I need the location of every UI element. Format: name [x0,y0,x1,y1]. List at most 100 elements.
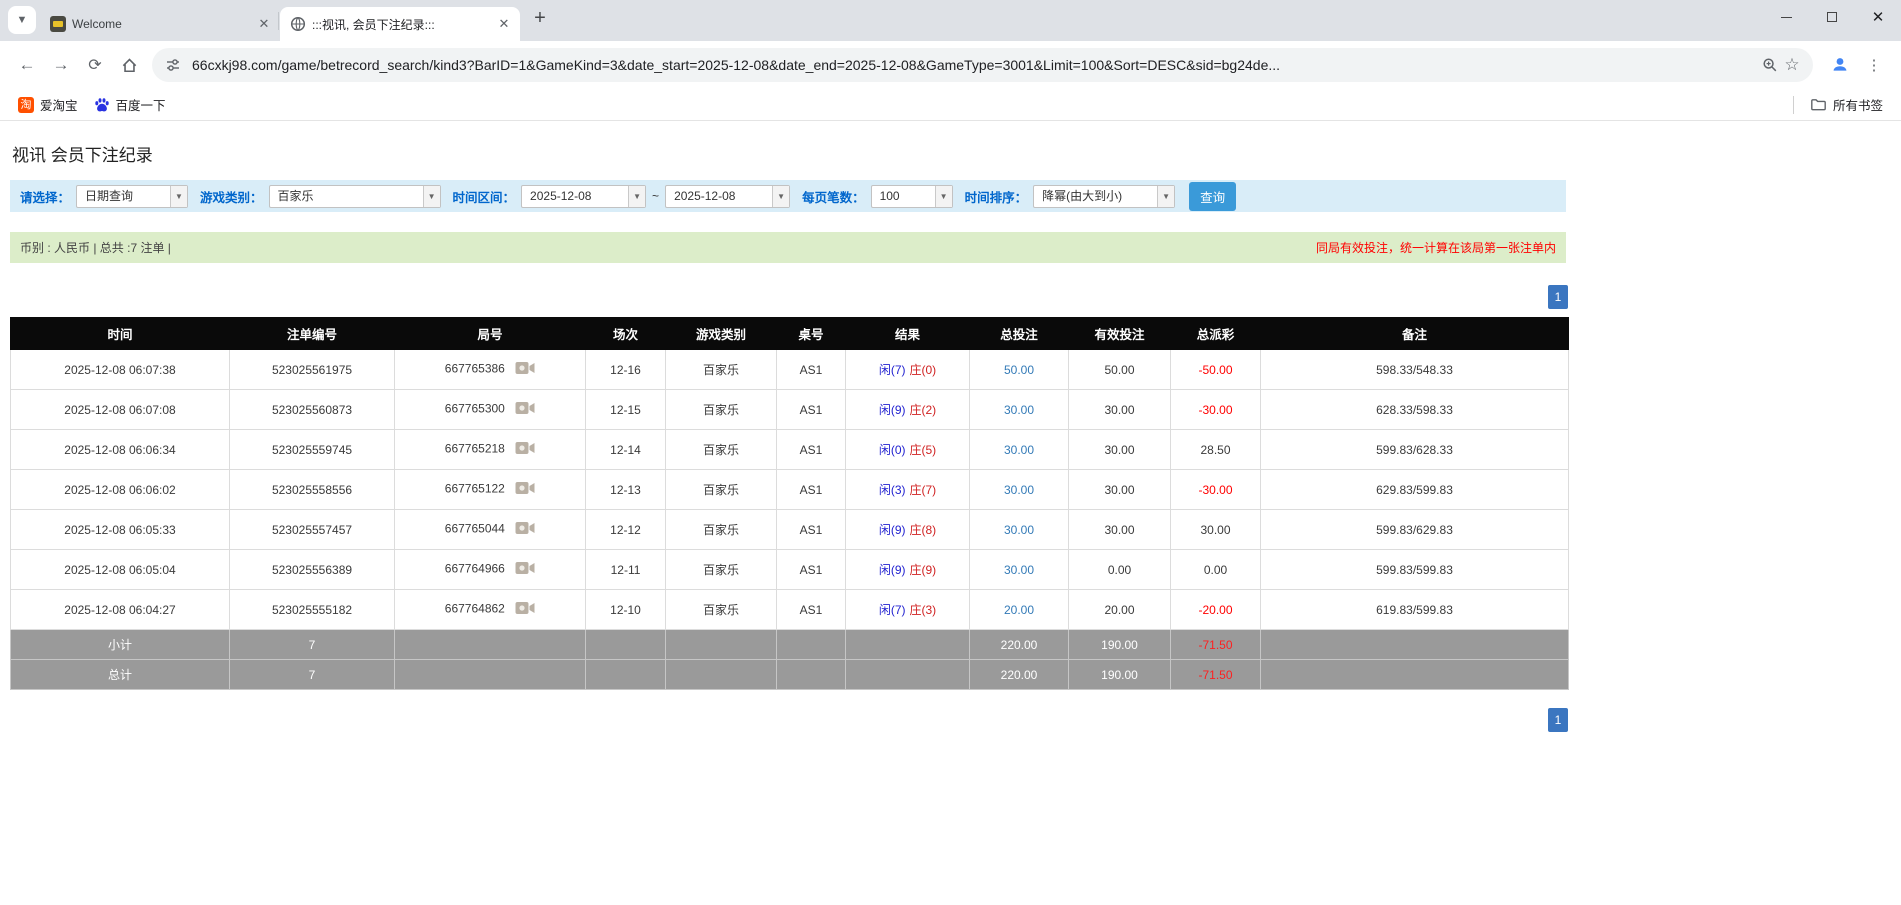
zoom-icon[interactable] [1759,54,1781,76]
table-row: 2025-12-08 06:04:27 523025555182 6677648… [11,590,1569,630]
session: 12-16 [586,350,666,390]
bet-time: 2025-12-08 06:04:27 [11,590,230,630]
page-1-button[interactable]: 1 [1548,285,1568,309]
minimize-button[interactable] [1763,0,1809,34]
video-replay-icon[interactable] [515,361,535,378]
session: 12-12 [586,510,666,550]
tab-welcome[interactable]: Welcome ✕ [40,7,280,41]
banker-result: 庄(3) [910,603,937,617]
url-text[interactable]: 66cxkj98.com/game/betrecord_search/kind3… [192,57,1751,73]
video-replay-icon[interactable] [515,521,535,538]
total-count: 7 [230,660,395,690]
video-replay-icon[interactable] [515,401,535,418]
back-button[interactable]: ← [10,48,44,82]
close-icon[interactable]: ✕ [256,16,272,32]
window-controls: ✕ [1763,0,1901,34]
video-replay-icon[interactable] [515,441,535,458]
game-category: 百家乐 [666,590,777,630]
divider [1793,96,1794,114]
bet-number: 523025559745 [230,430,395,470]
valid-bet: 30.00 [1069,430,1171,470]
payout: 0.00 [1171,550,1261,590]
payout: -30.00 [1171,390,1261,430]
col-payout: 总派彩 [1171,318,1261,350]
pagination-top: 1 [10,285,1568,309]
table-row: 2025-12-08 06:06:02 523025558556 6677651… [11,470,1569,510]
round-number: 667764966 [395,550,586,590]
refresh-icon: ⟳ [88,55,101,75]
bookmark-label: 百度一下 [116,95,166,114]
close-icon: ✕ [1872,8,1885,26]
date-end-select[interactable]: 2025-12-08 ▼ [665,185,790,208]
total-bet-link[interactable]: 20.00 [970,590,1069,630]
tab-strip: ▼ Welcome ✕ :::视讯, 会员下注纪录::: ✕ + ✕ [0,0,1901,41]
session: 12-13 [586,470,666,510]
total-bet-link[interactable]: 30.00 [970,430,1069,470]
page-title: 视讯 会员下注纪录 [12,141,1568,166]
profile-button[interactable] [1823,48,1857,82]
valid-bet: 50.00 [1069,350,1171,390]
result: 闲(7) 庄(3) [846,590,970,630]
result: 闲(0)庄(5) [846,430,970,470]
new-tab-button[interactable]: + [526,5,554,33]
currency-total-text: 币别 : 人民币 | 总共 :7 注单 | [20,239,171,256]
banker-result: 庄(7) [910,483,937,497]
close-icon[interactable]: ✕ [496,16,512,32]
date-start-select[interactable]: 2025-12-08 ▼ [521,185,646,208]
home-button[interactable] [112,48,146,82]
maximize-button[interactable] [1809,0,1855,34]
maximize-icon [1827,12,1837,22]
game-category-select[interactable]: 百家乐 ▼ [269,185,441,208]
forward-button[interactable]: → [44,48,78,82]
table-number: AS1 [777,430,846,470]
total-label: 总计 [11,660,230,690]
bookmark-taobao[interactable]: 淘 爱淘宝 [10,92,86,117]
col-note: 备注 [1261,318,1569,350]
search-button[interactable]: 查询 [1189,182,1236,211]
total-payout: -71.50 [1171,660,1261,690]
minimize-icon [1781,17,1792,18]
player-result: 闲(7) [879,603,906,617]
bookmark-baidu[interactable]: 百度一下 [86,92,174,117]
col-session: 场次 [586,318,666,350]
sort-select[interactable]: 降幂(由大到小) ▼ [1033,185,1175,208]
total-bet-link[interactable]: 30.00 [970,510,1069,550]
address-bar[interactable]: 66cxkj98.com/game/betrecord_search/kind3… [152,48,1813,82]
video-replay-icon[interactable] [515,561,535,578]
close-window-button[interactable]: ✕ [1855,0,1901,34]
note: 599.83/599.83 [1261,550,1569,590]
per-page-select[interactable]: 100 ▼ [871,185,953,208]
total-bet-link[interactable]: 30.00 [970,390,1069,430]
bookmark-label: 爱淘宝 [40,95,78,114]
query-type-select[interactable]: 日期查询 ▼ [76,185,188,208]
video-replay-icon[interactable] [515,481,535,498]
page-content: 视讯 会员下注纪录 请选择： 日期查询 ▼ 游戏类别： 百家乐 ▼ 时间区间： … [0,121,1568,732]
tab-search-button[interactable]: ▼ [8,6,36,34]
tab-label: Welcome [72,17,250,31]
total-bet-link[interactable]: 30.00 [970,550,1069,590]
refresh-button[interactable]: ⟳ [78,48,112,82]
table-header-row: 时间 注单编号 局号 场次 游戏类别 桌号 结果 总投注 有效投注 总派彩 备注 [11,318,1569,350]
game-category-label: 游戏类别： [200,187,263,206]
game-category: 百家乐 [666,390,777,430]
table-row: 2025-12-08 06:07:08 523025560873 6677653… [11,390,1569,430]
menu-button[interactable]: ⋮ [1857,48,1891,82]
total-bet-link[interactable]: 50.00 [970,350,1069,390]
valid-bet: 20.00 [1069,590,1171,630]
bet-time: 2025-12-08 06:07:08 [11,390,230,430]
video-replay-icon[interactable] [515,601,535,618]
subtotal-total-bet: 220.00 [970,630,1069,660]
bet-number: 523025556389 [230,550,395,590]
chevron-down-icon: ▼ [170,186,187,207]
player-result: 闲(9) [879,563,906,577]
bet-time: 2025-12-08 06:06:34 [11,430,230,470]
chevron-down-icon: ▼ [772,186,789,207]
site-settings-icon[interactable] [162,54,184,76]
bet-time: 2025-12-08 06:05:04 [11,550,230,590]
total-bet-link[interactable]: 30.00 [970,470,1069,510]
tab-betrecord[interactable]: :::视讯, 会员下注纪录::: ✕ [280,7,520,41]
bookmark-star-icon[interactable]: ☆ [1781,54,1803,76]
session: 12-14 [586,430,666,470]
page-1-button[interactable]: 1 [1548,708,1568,732]
all-bookmarks[interactable]: 所有书签 [1802,92,1891,117]
